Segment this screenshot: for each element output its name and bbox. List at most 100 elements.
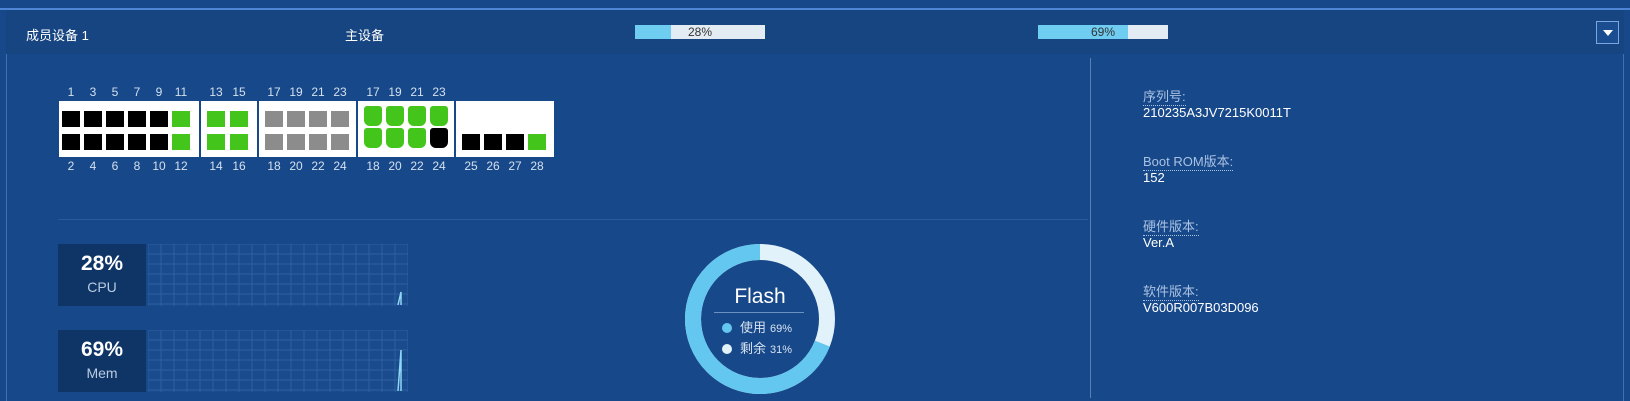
- port[interactable]: [62, 134, 80, 150]
- port[interactable]: [462, 134, 480, 150]
- port-number: 22: [410, 159, 424, 173]
- port[interactable]: [430, 106, 448, 126]
- port[interactable]: [62, 111, 80, 127]
- port[interactable]: [207, 134, 225, 150]
- port[interactable]: [309, 134, 327, 150]
- port[interactable]: [128, 111, 146, 127]
- flash-free-label: 剩余: [740, 341, 767, 356]
- port[interactable]: [331, 134, 349, 150]
- port-number: 8: [133, 159, 141, 173]
- port-number: 16: [232, 159, 246, 173]
- software-value: V600R007B03D096: [1143, 300, 1259, 315]
- port-number: 23: [432, 85, 446, 99]
- mem-label: Mem: [86, 365, 118, 381]
- cpu-usage-bar: 28%: [635, 25, 765, 39]
- port-number: 28: [530, 159, 544, 173]
- port[interactable]: [484, 134, 502, 150]
- horizontal-divider: [58, 219, 1088, 220]
- port-number: 14: [209, 159, 223, 173]
- cpu-label: CPU: [87, 279, 117, 295]
- port[interactable]: [331, 111, 349, 127]
- port[interactable]: [364, 128, 382, 148]
- port[interactable]: [364, 106, 382, 126]
- member-header: 成员设备 1 主设备 28% 69%: [6, 10, 1624, 54]
- port-number: 21: [311, 85, 325, 99]
- software-label: 软件版本:: [1143, 281, 1199, 301]
- port-number: 4: [89, 159, 97, 173]
- cpu-graph: [148, 244, 408, 306]
- port[interactable]: [172, 111, 190, 127]
- port-number: 19: [388, 85, 402, 99]
- bootrom-label: Boot ROM版本:: [1143, 151, 1234, 171]
- panel-left-border: [6, 54, 7, 401]
- port-number: 7: [133, 85, 141, 99]
- mem-value: 69%: [80, 338, 124, 361]
- port[interactable]: [386, 106, 404, 126]
- member-role: 主设备: [345, 28, 385, 43]
- port[interactable]: [128, 134, 146, 150]
- port[interactable]: [230, 134, 248, 150]
- port-number: 11: [174, 85, 188, 99]
- serial-value: 210235A3JV7215K0011T: [1143, 105, 1291, 120]
- port[interactable]: [506, 134, 524, 150]
- port-number: 25: [464, 159, 478, 173]
- port-number: 3: [89, 85, 97, 99]
- port[interactable]: [150, 111, 168, 127]
- port-number: 23: [333, 85, 347, 99]
- port-number: 2: [67, 159, 75, 173]
- mem-usage-bar: 69%: [1038, 25, 1168, 39]
- port[interactable]: [265, 111, 283, 127]
- cpu-value: 28%: [80, 252, 124, 275]
- mem-graph: [148, 330, 408, 392]
- port[interactable]: [287, 134, 305, 150]
- port-number: 19: [289, 85, 303, 99]
- bootrom-value: 152: [1143, 170, 1165, 185]
- port[interactable]: [106, 134, 124, 150]
- port-number: 17: [366, 85, 380, 99]
- cpu-usage-text: 28%: [687, 25, 713, 39]
- port[interactable]: [408, 128, 426, 148]
- flash-separator: [714, 312, 804, 313]
- port[interactable]: [150, 134, 168, 150]
- port[interactable]: [430, 128, 448, 148]
- member-name: 成员设备 1: [26, 28, 89, 43]
- port-number: 17: [267, 85, 281, 99]
- flash-used-pct: 69%: [770, 323, 793, 335]
- port-number: 20: [388, 159, 402, 173]
- port-number: 21: [410, 85, 424, 99]
- port-number: 5: [111, 85, 119, 99]
- port-number: 18: [267, 159, 281, 173]
- port[interactable]: [172, 134, 190, 150]
- port[interactable]: [84, 111, 102, 127]
- port-number: 6: [111, 159, 119, 173]
- port[interactable]: [287, 111, 305, 127]
- mem-usage-text: 69%: [1090, 25, 1116, 39]
- cpu-stat: 28% CPU: [58, 244, 146, 306]
- free-dot-icon: [722, 344, 732, 354]
- port[interactable]: [230, 111, 248, 127]
- port[interactable]: [207, 111, 225, 127]
- port-number: 9: [155, 85, 163, 99]
- port-number: 22: [311, 159, 325, 173]
- chevron-down-icon[interactable]: [1596, 21, 1619, 44]
- port-number: 1: [67, 85, 75, 99]
- port-number: 12: [174, 159, 188, 173]
- port-number: 27: [508, 159, 522, 173]
- used-dot-icon: [722, 323, 732, 333]
- hardware-value: Ver.A: [1143, 235, 1175, 250]
- port-number: 13: [209, 85, 223, 99]
- port[interactable]: [265, 134, 283, 150]
- port-number: 18: [366, 159, 380, 173]
- flash-legend-free: 剩余 31%: [722, 338, 792, 357]
- port[interactable]: [309, 111, 327, 127]
- port[interactable]: [386, 128, 404, 148]
- port-number: 20: [289, 159, 303, 173]
- port[interactable]: [84, 134, 102, 150]
- port[interactable]: [408, 106, 426, 126]
- port[interactable]: [106, 111, 124, 127]
- hardware-label: 硬件版本:: [1143, 216, 1199, 236]
- panel-right-border: [1623, 54, 1624, 401]
- port[interactable]: [528, 134, 546, 150]
- vertical-divider: [1090, 58, 1091, 398]
- port-number: 15: [232, 85, 246, 99]
